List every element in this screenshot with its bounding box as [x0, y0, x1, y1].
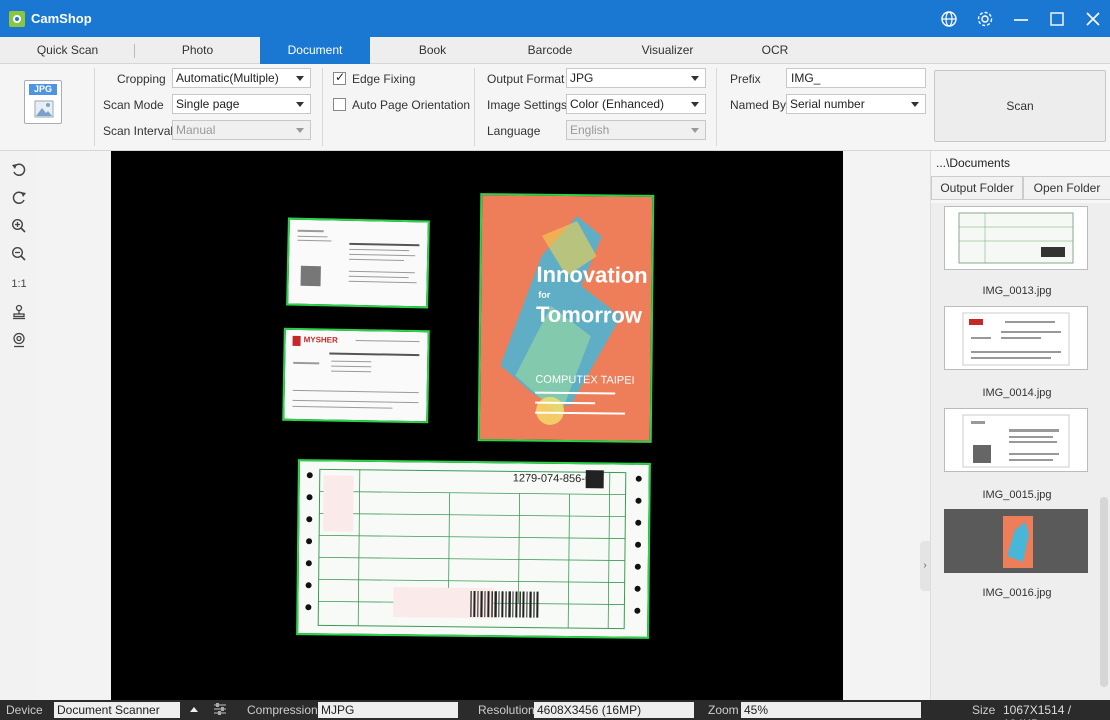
scan-interval-label: Scan Interval: [103, 124, 174, 138]
minimize-icon[interactable]: [1012, 10, 1030, 28]
size-value: 1067X1514 / 134KB: [1003, 703, 1072, 720]
thumbnail-4-name: IMG_0016.jpg: [982, 587, 1052, 599]
image-icon: [34, 100, 54, 118]
receipt-tracking-number: 1279-074-856-6: [512, 472, 592, 486]
jpg-format-icon: JPG: [24, 80, 62, 124]
shipping-receipt: 1279-074-856-6: [296, 459, 651, 639]
image-settings-value: Color (Enhanced): [570, 97, 665, 111]
device-label: Device: [6, 703, 43, 717]
size-label: Size: [972, 703, 996, 717]
card-brand-text: MYSHER: [303, 335, 338, 345]
scan-interval-select[interactable]: Manual: [172, 120, 311, 140]
image-settings-label: Image Settings: [487, 98, 568, 112]
webcam-icon[interactable]: [8, 329, 30, 351]
resolution-value[interactable]: 4608X3456 (16MP): [534, 702, 694, 718]
auto-page-orientation-checkbox[interactable]: [333, 98, 346, 111]
zoom-dropdown-icon[interactable]: [906, 707, 914, 712]
status-bar: Device Document Scanner Compression MJPG…: [0, 700, 1110, 720]
edge-fixing-label: Edge Fixing: [352, 72, 416, 86]
tab-photo[interactable]: Photo: [135, 37, 260, 64]
poster-document: Innovation for Tomorrow COMPUTEX TAIPEI: [477, 193, 655, 443]
thumbnail-3-name: IMG_0015.jpg: [982, 489, 1052, 501]
zoom-label: Zoom: [708, 703, 739, 717]
language-select[interactable]: English: [566, 120, 706, 140]
poster-title-line3: Tomorrow: [535, 301, 643, 328]
scan-mode-label: Scan Mode: [103, 98, 164, 112]
poster-title-line2: for: [538, 289, 551, 300]
resolution-dropdown-icon[interactable]: [681, 707, 689, 712]
adjustments-icon[interactable]: [213, 703, 227, 718]
prefix-label: Prefix: [730, 72, 761, 86]
cropping-value: Automatic(Multiple): [176, 71, 279, 85]
cropping-label: Cropping: [117, 72, 166, 86]
thumbnail-scrollbar[interactable]: [1100, 207, 1108, 697]
thumbnail-list: IMG_0013.jpg IMG_0014.jpg IMG_0015.jpg I…: [931, 203, 1110, 700]
scan-mode-value: Single page: [176, 97, 240, 111]
settings-gear-icon[interactable]: [976, 10, 994, 28]
thumbnail-2-name: IMG_0014.jpg: [982, 387, 1052, 399]
options-toolbar: JPG Cropping Automatic(Multiple) Scan Mo…: [0, 64, 1110, 151]
maximize-icon[interactable]: [1048, 10, 1066, 28]
tab-ocr[interactable]: OCR: [730, 37, 820, 64]
image-settings-select[interactable]: Color (Enhanced): [566, 94, 706, 114]
thumbnail-2[interactable]: [944, 306, 1088, 370]
resolution-label: Resolution: [478, 703, 535, 717]
zoom-in-icon[interactable]: [8, 215, 30, 237]
thumbnail-1[interactable]: [944, 206, 1088, 270]
edge-fixing-checkbox[interactable]: [333, 70, 346, 85]
output-format-label: Output Format: [487, 72, 565, 86]
prefix-input[interactable]: IMG_: [786, 68, 926, 88]
title-bar: CamShop: [0, 0, 1110, 37]
device-dropdown-icon[interactable]: [190, 707, 198, 712]
tab-visualizer[interactable]: Visualizer: [605, 37, 730, 64]
zoom-out-icon[interactable]: [8, 243, 30, 265]
named-by-select[interactable]: Serial number: [786, 94, 926, 114]
thumbnail-1-name: IMG_0013.jpg: [982, 285, 1052, 297]
app-logo-icon: [9, 10, 25, 27]
named-by-value: Serial number: [790, 97, 865, 111]
cropping-select[interactable]: Automatic(Multiple): [172, 68, 311, 88]
output-folder-button[interactable]: Output Folder: [931, 176, 1023, 200]
compression-label: Compression: [247, 703, 318, 717]
left-toolbar: 1:1: [0, 151, 38, 700]
business-card-2: MYSHER: [282, 327, 430, 424]
poster-title-line1: Innovation: [536, 261, 648, 288]
preview-area: MYSHER Innovation for Tomorrow COMPUTEX …: [38, 151, 930, 700]
actual-size-icon[interactable]: 1:1: [8, 273, 30, 295]
stamp-icon[interactable]: [8, 301, 30, 323]
language-value: English: [570, 123, 610, 137]
output-format-value: JPG: [570, 71, 594, 85]
scan-button[interactable]: Scan: [934, 70, 1106, 142]
jpg-tag: JPG: [29, 84, 57, 95]
tab-document[interactable]: Document: [260, 37, 370, 64]
tab-quick-scan[interactable]: Quick Scan: [0, 37, 135, 64]
compression-value[interactable]: MJPG: [318, 702, 458, 718]
tab-barcode[interactable]: Barcode: [495, 37, 605, 64]
business-card-1: [286, 217, 430, 309]
panel-collapse-handle[interactable]: ›: [920, 541, 930, 591]
output-panel: ...\Documents Output Folder Open Folder …: [930, 151, 1110, 700]
globe-icon[interactable]: [940, 10, 958, 28]
rotate-ccw-icon[interactable]: [8, 159, 30, 181]
scan-interval-value: Manual: [176, 123, 216, 137]
thumbnail-3[interactable]: [944, 408, 1088, 472]
mode-tabs: Quick Scan Photo Document Book Barcode V…: [0, 37, 1110, 64]
poster-subtitle: COMPUTEX TAIPEI: [535, 373, 635, 387]
open-folder-button[interactable]: Open Folder: [1023, 176, 1110, 200]
output-format-select[interactable]: JPG: [566, 68, 706, 88]
compression-dropdown-icon[interactable]: [447, 707, 455, 712]
scan-mode-select[interactable]: Single page: [172, 94, 311, 114]
thumbnail-4-selected[interactable]: [944, 509, 1088, 573]
camera-preview: MYSHER Innovation for Tomorrow COMPUTEX …: [111, 151, 843, 700]
auto-page-orientation-label: Auto Page Orientation: [352, 98, 471, 112]
rotate-cw-icon[interactable]: [8, 187, 30, 209]
output-path: ...\Documents: [936, 156, 1011, 170]
device-value[interactable]: Document Scanner: [54, 702, 180, 718]
named-by-label: Named By: [730, 98, 787, 112]
language-label: Language: [487, 124, 541, 138]
tab-book[interactable]: Book: [370, 37, 495, 64]
close-icon[interactable]: [1084, 10, 1102, 28]
app-title: CamShop: [31, 11, 92, 26]
zoom-value[interactable]: 45%: [741, 702, 921, 718]
